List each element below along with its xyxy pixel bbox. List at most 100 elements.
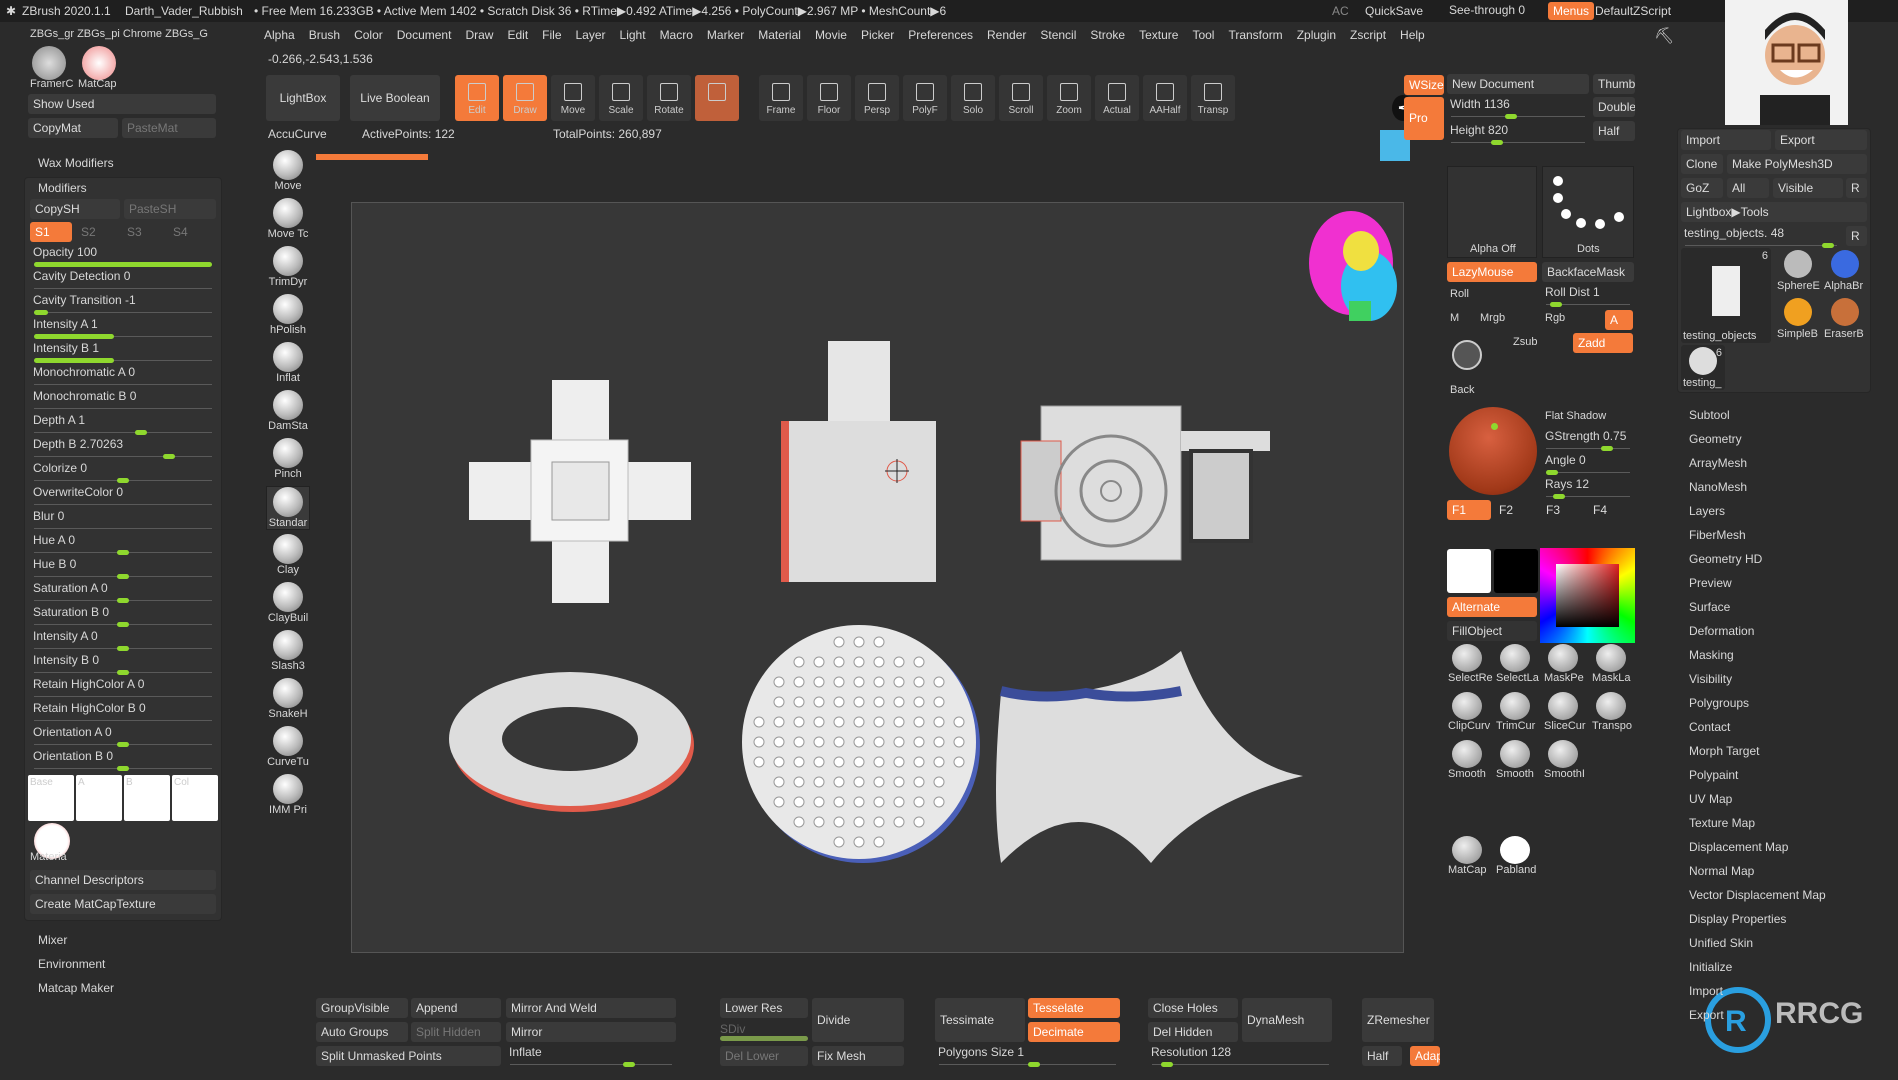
viewport-canvas[interactable]: [351, 202, 1404, 953]
menu-edit[interactable]: Edit: [507, 28, 528, 42]
rays-slider[interactable]: Rays 12: [1542, 476, 1634, 500]
tool-menu-geometry-hd[interactable]: Geometry HD: [1689, 552, 1762, 566]
slider-colorize-0[interactable]: Colorize 0: [30, 460, 216, 484]
secondary-color-swatch[interactable]: [1494, 549, 1538, 593]
zadd-button[interactable]: Zadd: [1573, 333, 1633, 353]
bottom-lowerres-button[interactable]: Lower Res: [720, 998, 808, 1018]
slider-overwritecolor-0[interactable]: OverwriteColor 0: [30, 484, 216, 508]
brush-pinch[interactable]: Pinch: [266, 438, 310, 480]
tool-menu-geometry[interactable]: Geometry: [1689, 432, 1742, 446]
brush-move[interactable]: Move: [266, 150, 310, 192]
bottom-zremesher-button[interactable]: ZRemesher: [1362, 998, 1434, 1042]
slider-opacity-100[interactable]: Opacity 100: [30, 244, 216, 268]
wsize-button[interactable]: WSize: [1404, 75, 1444, 95]
slider-depth-b-2-70263[interactable]: Depth B 2.70263: [30, 436, 216, 460]
menu-layer[interactable]: Layer: [576, 28, 606, 42]
matcap-material-swatch[interactable]: [82, 46, 116, 80]
menu-tool[interactable]: Tool: [1192, 28, 1214, 42]
brush-move-tc[interactable]: Move Tc: [266, 198, 310, 240]
double-button[interactable]: Double: [1593, 97, 1635, 117]
menu-macro[interactable]: Macro: [660, 28, 693, 42]
slider-track[interactable]: [34, 742, 212, 747]
accucurve-button[interactable]: AccuCurve: [268, 127, 327, 141]
tool-menu-texture-map[interactable]: Texture Map: [1689, 816, 1755, 830]
backface-mask-button[interactable]: BackfaceMask: [1542, 262, 1634, 282]
mixer-header[interactable]: Mixer: [38, 933, 67, 947]
ac-button[interactable]: AC: [1332, 4, 1349, 18]
menu-marker[interactable]: Marker: [707, 28, 744, 42]
bottom-splitunmasked-button[interactable]: Split Unmasked Points: [316, 1046, 501, 1066]
maskla-icon[interactable]: [1596, 644, 1626, 672]
slider-retain-highcolor-b-0[interactable]: Retain HighColor B 0: [30, 700, 216, 724]
roll-button[interactable]: Roll: [1450, 288, 1469, 300]
copymat-button[interactable]: CopyMat: [28, 118, 118, 138]
slider-cavity-detection-0[interactable]: Cavity Detection 0: [30, 268, 216, 292]
slot-s3-button[interactable]: S3: [122, 222, 164, 242]
slider-track[interactable]: [34, 720, 212, 721]
channel-b-swatch[interactable]: B: [124, 775, 170, 821]
slider-knob[interactable]: [117, 670, 129, 675]
slider-track[interactable]: [34, 262, 212, 267]
lightbox-tools-button[interactable]: Lightbox▶Tools: [1681, 202, 1867, 222]
r-button-2[interactable]: R: [1846, 226, 1867, 246]
height-slider[interactable]: Height 820: [1447, 122, 1589, 146]
wax-modifiers-header[interactable]: Wax Modifiers: [38, 156, 114, 170]
slider-depth-a-1[interactable]: Depth A 1: [30, 412, 216, 436]
bottom-decimate-button[interactable]: Decimate: [1028, 1022, 1120, 1042]
thumb-button[interactable]: Thumb: [1593, 74, 1635, 94]
channel-a-swatch[interactable]: A: [76, 775, 122, 821]
slider-track[interactable]: [34, 358, 212, 363]
slider-track[interactable]: [939, 1062, 1116, 1067]
slot-s4-button[interactable]: S4: [168, 222, 210, 242]
tool-thumb-testing-objects[interactable]: 6 testing_objects: [1681, 248, 1771, 343]
smooth-icon[interactable]: [1500, 740, 1530, 768]
slider-hue-a-0[interactable]: Hue A 0: [30, 532, 216, 556]
lazymouse-button[interactable]: LazyMouse: [1447, 262, 1537, 282]
slider-knob[interactable]: [134, 430, 147, 435]
alternate-button[interactable]: Alternate: [1447, 597, 1537, 617]
tool-menu-contact[interactable]: Contact: [1689, 720, 1730, 734]
tool-menu-import[interactable]: Import: [1689, 984, 1723, 998]
slider-monochromatic-b-0[interactable]: Monochromatic B 0: [30, 388, 216, 412]
slider-knob[interactable]: [117, 574, 129, 579]
tool-thumb-eraserb[interactable]: EraserB: [1822, 296, 1867, 341]
tool-menu-display-properties[interactable]: Display Properties: [1689, 912, 1786, 926]
bottom-tessimate-button[interactable]: Tessimate: [935, 998, 1025, 1042]
clone-button[interactable]: Clone: [1681, 154, 1723, 174]
maskpe-icon[interactable]: [1548, 644, 1578, 672]
menu-texture[interactable]: Texture: [1139, 28, 1178, 42]
menu-transform[interactable]: Transform: [1228, 28, 1282, 42]
channel-base-swatch[interactable]: Base: [28, 775, 74, 821]
slider-track[interactable]: [34, 696, 212, 697]
tool-menu-nanomesh[interactable]: NanoMesh: [1689, 480, 1747, 494]
lightbox-button[interactable]: LightBox: [266, 75, 340, 121]
tool-menu-layers[interactable]: Layers: [1689, 504, 1725, 518]
tool-menu-polygroups[interactable]: Polygroups: [1689, 696, 1749, 710]
roll-dist-slider[interactable]: Roll Dist 1: [1542, 284, 1634, 308]
brush-imm-pri[interactable]: IMM Pri: [266, 774, 310, 816]
tool-menu-masking[interactable]: Masking: [1689, 648, 1734, 662]
light-f4-button[interactable]: F4: [1588, 500, 1632, 520]
a-button[interactable]: A: [1605, 310, 1633, 330]
slider-knob[interactable]: [117, 646, 129, 651]
bottom-resolution-slider[interactable]: Resolution 128: [1148, 1044, 1333, 1068]
see-through-slider[interactable]: See-through 0: [1449, 3, 1525, 17]
channel-col-swatch[interactable]: Col: [172, 775, 218, 821]
bottom-mirror-button[interactable]: Mirror: [506, 1022, 676, 1042]
slider-track[interactable]: [34, 766, 212, 771]
toolbar-floor-button[interactable]: Floor: [807, 75, 851, 121]
slider-knob[interactable]: [163, 454, 176, 459]
toolbar-scroll-button[interactable]: Scroll: [999, 75, 1043, 121]
slot-s1-button[interactable]: S1: [30, 222, 72, 242]
toolbar-scale-button[interactable]: Scale: [599, 75, 643, 121]
smoothi-icon[interactable]: [1548, 740, 1578, 768]
m-button[interactable]: M: [1450, 312, 1459, 324]
bottom-half-button[interactable]: Half: [1362, 1046, 1402, 1066]
menus-button[interactable]: Menus: [1548, 2, 1595, 20]
slider-knob[interactable]: [117, 766, 129, 771]
menu-file[interactable]: File: [542, 28, 561, 42]
bottom-tesselate-button[interactable]: Tesselate: [1028, 998, 1120, 1018]
all-button[interactable]: All: [1727, 178, 1769, 198]
slider-track[interactable]: [34, 454, 212, 459]
angle-slider[interactable]: Angle 0: [1542, 452, 1634, 476]
